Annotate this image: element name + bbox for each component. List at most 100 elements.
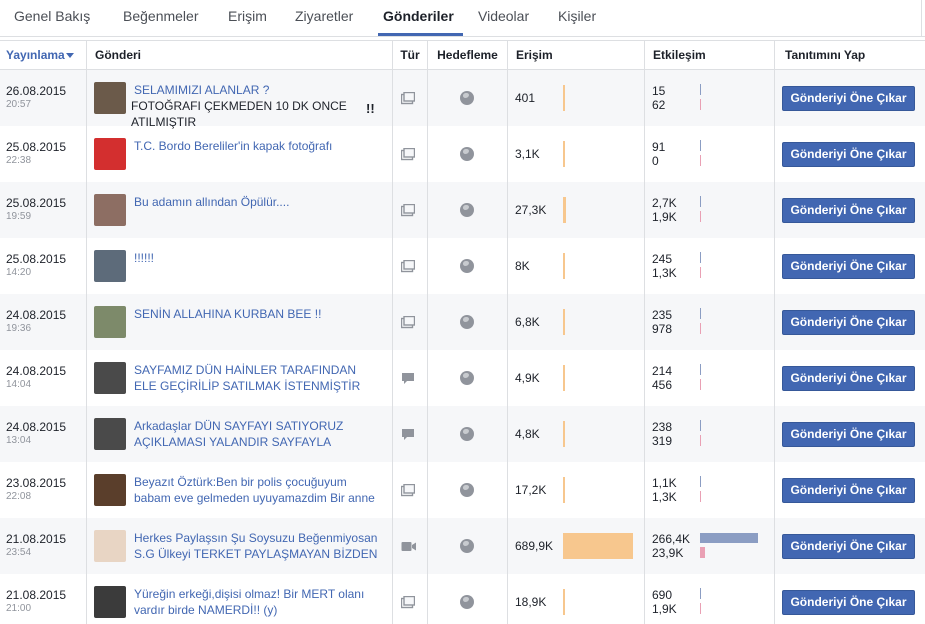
status-icon xyxy=(401,428,415,441)
engagement-value: 214 xyxy=(652,364,673,378)
published-cell: 24.08.2015 19:36 xyxy=(0,294,86,350)
boost-post-button[interactable]: Gönderiyi Öne Çıkar xyxy=(782,198,915,223)
post-thumbnail[interactable] xyxy=(94,418,126,450)
reactions-bar xyxy=(700,267,701,278)
globe-icon xyxy=(460,595,474,609)
post-thumbnail[interactable] xyxy=(94,138,126,170)
reach-value: 689,9K xyxy=(515,539,554,553)
boost-post-button[interactable]: Gönderiyi Öne Çıkar xyxy=(782,422,915,447)
video-icon xyxy=(401,540,416,553)
boost-post-button[interactable]: Gönderiyi Öne Çıkar xyxy=(782,366,915,391)
post-date: 25.08.2015 xyxy=(6,196,67,210)
table-header: Yayınlama Gönderi Tür Hedefleme Erişim E… xyxy=(0,40,925,70)
post-thumbnail[interactable] xyxy=(94,586,126,618)
published-cell: 25.08.2015 22:38 xyxy=(0,126,86,182)
reactions-value: 456 xyxy=(652,378,673,392)
post-link[interactable]: SENİN ALLAHINA KURBAN BEE !! xyxy=(134,306,386,322)
tab-posts[interactable]: Gönderiler xyxy=(383,8,454,24)
boost-post-button[interactable]: Gönderiyi Öne Çıkar xyxy=(782,254,915,279)
post-link[interactable]: T.C. Bordo Bereliler'in kapak fotoğrafı xyxy=(134,138,386,154)
post-cell xyxy=(86,182,392,238)
post-thumbnail[interactable] xyxy=(94,250,126,282)
reactions-value: 1,3K xyxy=(652,490,677,504)
tab-videos[interactable]: Videolar xyxy=(478,8,529,24)
reactions-value: 62 xyxy=(652,98,666,112)
posts-table: Yayınlama Gönderi Tür Hedefleme Erişim E… xyxy=(0,40,925,624)
tab-people[interactable]: Kişiler xyxy=(558,8,596,24)
published-cell: 26.08.2015 20:57 xyxy=(0,70,86,126)
reactions-bar xyxy=(700,99,701,110)
post-thumbnail[interactable] xyxy=(94,82,126,114)
table-row: 24.08.2015 14:04 SAYFAMIZ DÜN HAİNLER TA… xyxy=(0,350,925,406)
reactions-bar xyxy=(700,603,701,614)
table-row: 23.08.2015 22:08 Beyazıt Öztürk:Ben bir … xyxy=(0,462,925,518)
boost-post-button[interactable]: Gönderiyi Öne Çıkar xyxy=(782,590,915,615)
engagement-value: 15 xyxy=(652,84,666,98)
boost-post-button[interactable]: Gönderiyi Öne Çıkar xyxy=(782,534,915,559)
reactions-bar xyxy=(700,379,701,390)
table-row: 24.08.2015 13:04 Arkadaşlar DÜN SAYFAYI … xyxy=(0,406,925,462)
active-tab-indicator xyxy=(378,33,463,36)
column-post: Gönderi xyxy=(86,41,392,69)
post-link[interactable]: Yüreğin erkeği,dişisi olmaz! Bir MERT ol… xyxy=(134,586,386,618)
boost-post-button[interactable]: Gönderiyi Öne Çıkar xyxy=(782,310,915,335)
reach-bar xyxy=(563,365,565,391)
engagement-bar xyxy=(700,364,701,375)
boost-post-button[interactable]: Gönderiyi Öne Çıkar xyxy=(782,86,915,111)
globe-icon xyxy=(460,203,474,217)
post-link[interactable]: SELAMIMIZI ALANLAR ? xyxy=(134,82,386,98)
tab-overview[interactable]: Genel Bakış xyxy=(14,8,90,24)
column-engagement: Etkileşim xyxy=(644,41,774,69)
reach-bar xyxy=(563,253,565,279)
published-cell: 25.08.2015 19:59 xyxy=(0,182,86,238)
post-thumbnail[interactable] xyxy=(94,194,126,226)
reactions-value: 1,3K xyxy=(652,266,677,280)
post-thumbnail[interactable] xyxy=(94,474,126,506)
engagement-value: 91 xyxy=(652,140,666,154)
engagement-value: 2,7K xyxy=(652,196,677,210)
post-date: 23.08.2015 xyxy=(6,476,67,490)
engagement-bar xyxy=(700,252,701,263)
reactions-value: 0 xyxy=(652,154,659,168)
post-link[interactable]: Beyazıt Öztürk:Ben bir polis çocuğuyum b… xyxy=(134,474,386,506)
tab-likes[interactable]: Beğenmeler xyxy=(123,8,199,24)
globe-icon xyxy=(460,147,474,161)
reach-bar xyxy=(563,477,565,503)
sort-down-icon xyxy=(65,53,74,59)
boost-post-button[interactable]: Gönderiyi Öne Çıkar xyxy=(782,142,915,167)
globe-icon xyxy=(460,315,474,329)
post-link[interactable]: SAYFAMIZ DÜN HAİNLER TARAFINDAN ELE GEÇİ… xyxy=(134,362,386,394)
globe-icon xyxy=(460,91,474,105)
column-published[interactable]: Yayınlama xyxy=(0,41,86,69)
published-cell: 21.08.2015 21:00 xyxy=(0,574,86,624)
post-time: 14:20 xyxy=(6,267,32,278)
reach-bar xyxy=(563,85,565,111)
tab-reach[interactable]: Erişim xyxy=(228,8,267,24)
published-cell: 24.08.2015 13:04 xyxy=(0,406,86,462)
table-row: 25.08.2015 22:38 T.C. Bordo Bereliler'in… xyxy=(0,126,925,182)
post-thumbnail[interactable] xyxy=(94,362,126,394)
globe-icon xyxy=(460,259,474,273)
post-link[interactable]: Herkes Paylaşsın Şu Soysuzu Beğenmiyosan… xyxy=(134,530,386,562)
post-thumbnail[interactable] xyxy=(94,306,126,338)
table-row: 26.08.2015 20:57 SELAMIMIZI ALANLAR ? 40… xyxy=(0,70,925,129)
post-cell xyxy=(86,126,392,182)
post-date: 21.08.2015 xyxy=(6,532,67,546)
post-link[interactable]: Bu adamın allından Öpülür.... xyxy=(134,194,386,210)
photo-icon xyxy=(400,147,416,161)
post-link[interactable]: Arkadaşlar DÜN SAYFAYI SATIYORUZ AÇIKLAM… xyxy=(134,418,386,450)
post-time: 21:00 xyxy=(6,603,32,614)
published-cell: 21.08.2015 23:54 xyxy=(0,518,86,574)
boost-post-button[interactable]: Gönderiyi Öne Çıkar xyxy=(782,478,915,503)
divider xyxy=(921,0,922,37)
tab-visits[interactable]: Ziyaretler xyxy=(295,8,353,24)
globe-icon xyxy=(460,371,474,385)
engagement-value: 266,4K xyxy=(652,532,691,546)
engagement-value: 238 xyxy=(652,420,673,434)
globe-icon xyxy=(460,427,474,441)
engagement-value: 245 xyxy=(652,252,673,266)
post-date: 24.08.2015 xyxy=(6,364,67,378)
reactions-value: 23,9K xyxy=(652,546,684,560)
post-link[interactable]: !!!!!! xyxy=(134,250,386,266)
post-thumbnail[interactable] xyxy=(94,530,126,562)
